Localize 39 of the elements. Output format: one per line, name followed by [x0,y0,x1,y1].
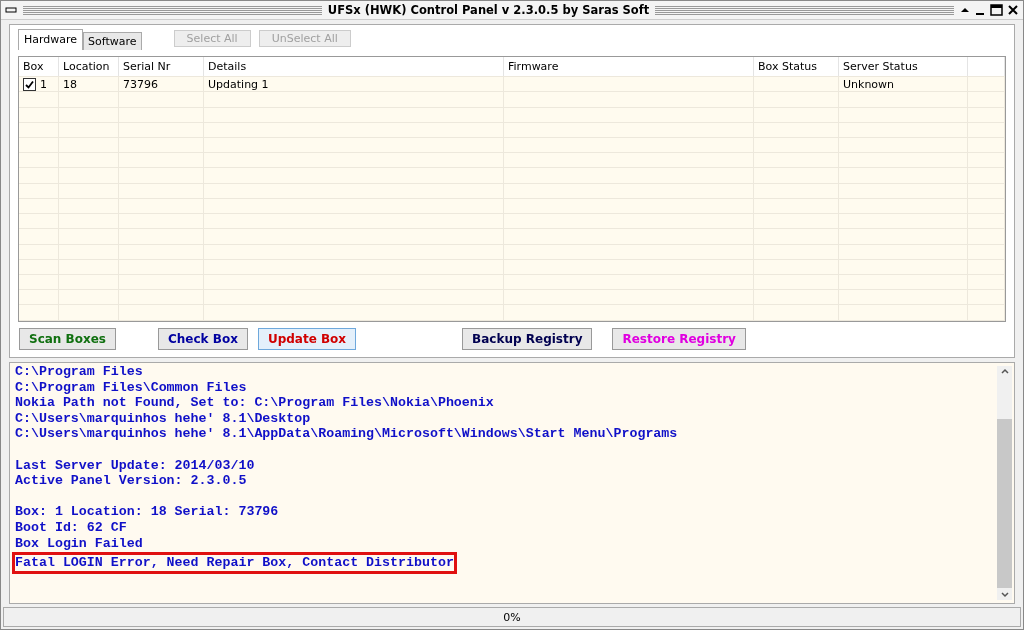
window-title: UFSx (HWK) Control Panel v 2.3.0.5 by Saras Soft [327,3,650,17]
log-line: C:\Program Files [15,364,143,380]
log-line: C:\Users\marquinhos hehe' 8.1\AppData\Roaming\Microsoft\Windows\Start Menu\Programs [15,426,678,442]
table-cell: Updating 1 [208,77,269,91]
scroll-down-icon[interactable] [999,590,1010,600]
action-button[interactable]: Update Box [257,328,357,351]
action-button[interactable]: Scan Boxes [19,328,116,351]
checkbox[interactable] [23,77,36,91]
log-line: Active Panel Version: 2.3.0.5 [15,473,247,489]
log-line: Nokia Path not Found, Set to: C:\Program Files\Nokia\Phoenix [15,395,494,411]
column-header[interactable]: Serial Nr [119,56,204,77]
maximize-icon[interactable] [990,4,1003,16]
column-header[interactable]: Firmware [504,56,754,77]
scroll-up-icon[interactable] [999,366,1010,376]
system-menu-icon[interactable] [5,7,17,13]
log-line: C:\Program Files\Common Files [15,379,247,396]
table-cell: 18 [63,77,77,91]
table-cell: 73796 [123,77,158,91]
log-line: Last Server Update: 2014/03/10 [15,457,255,474]
progress-text: 0% [503,610,521,624]
log-line: C:\Users\marquinhos hehe' 8.1\Desktop [15,410,311,427]
close-icon[interactable] [1007,4,1019,16]
table-cell: Unknown [843,77,895,91]
log-line: Boot Id: 62 CF [15,519,127,536]
caret-up-icon[interactable] [960,5,970,15]
action-button[interactable]: Check Box [158,328,248,351]
column-header[interactable]: Server Status [839,56,968,77]
column-header[interactable]: Location [59,56,119,77]
log-line: Fatal LOGIN Error, Need Repair Box, Contact Distributor [15,555,454,571]
column-header[interactable]: Box [19,56,59,77]
log-line: Box: 1 Location: 18 Serial: 73796 [15,504,279,520]
tab[interactable]: Software [83,31,142,50]
column-header[interactable]: Details [204,56,504,77]
column-header[interactable]: Box Status [754,56,839,77]
scrollbar-thumb[interactable] [997,419,1012,588]
log-line: Box Login Failed [15,535,143,552]
action-button[interactable]: Backup Registry [462,328,593,351]
table-cell: 1 [40,77,47,91]
tab[interactable]: Hardware [18,28,84,50]
